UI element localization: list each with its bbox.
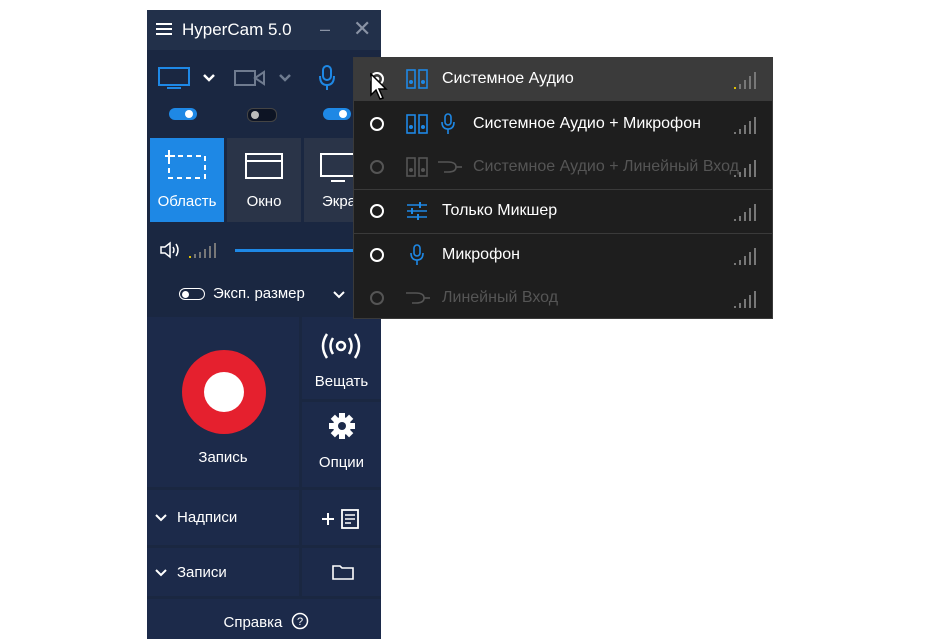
mic-icon xyxy=(441,113,455,134)
gear-icon xyxy=(329,413,355,439)
webcam-icon[interactable] xyxy=(233,68,267,88)
chevron-down-icon[interactable] xyxy=(202,73,216,83)
menu-item-label: Линейный Вход xyxy=(442,289,559,306)
menu-item-label: Системное Аудио xyxy=(442,70,574,87)
export-size-toggle[interactable] xyxy=(179,288,205,300)
recordings-row[interactable]: Записи xyxy=(147,548,299,596)
menu-item-label: Микрофон xyxy=(442,246,520,263)
microphone-icon[interactable] xyxy=(317,64,337,92)
window-icon xyxy=(245,153,283,179)
mouse-cursor-icon xyxy=(370,73,388,100)
add-caption-button[interactable] xyxy=(302,490,381,545)
options-button[interactable]: Опции xyxy=(302,402,381,487)
cable-icon xyxy=(438,161,462,173)
chevron-down-icon xyxy=(155,514,167,522)
record-button[interactable]: Запись xyxy=(147,317,299,487)
speaker-icon xyxy=(406,69,428,89)
speaker-icon xyxy=(406,114,428,134)
help-label: Справка xyxy=(223,614,283,631)
close-button[interactable]: ✕ xyxy=(353,16,371,42)
export-size-row: Эксп. размер xyxy=(147,280,381,310)
captions-row[interactable]: Надписи xyxy=(147,490,299,545)
options-label: Опции xyxy=(318,454,365,471)
record-icon xyxy=(182,350,266,434)
broadcast-label: Вещать xyxy=(314,373,369,390)
svg-text:?: ? xyxy=(296,616,302,628)
mic-icon xyxy=(410,244,424,265)
folder-icon xyxy=(332,565,354,580)
menu-item-label: Системное Аудио + Микрофон xyxy=(473,115,701,132)
mode-region-label: Область xyxy=(157,193,217,210)
captions-label: Надписи xyxy=(177,509,238,526)
menu-item-mixer-only[interactable]: Только Микшер xyxy=(354,190,772,233)
microphone-toggle[interactable] xyxy=(323,108,351,120)
menu-item-line-in: Линейный Вход xyxy=(354,277,772,320)
level-meter-icon xyxy=(734,247,760,265)
chevron-down-icon xyxy=(155,569,167,577)
menu-item-system-audio[interactable]: Системное Аудио xyxy=(354,58,772,101)
menu-item-system-audio-line-in: Системное Аудио + Линейный Вход xyxy=(354,146,772,189)
source-selector-row xyxy=(147,60,381,96)
open-folder-button[interactable] xyxy=(302,548,381,596)
chevron-down-icon[interactable] xyxy=(278,73,292,83)
menu-item-microphone[interactable]: Микрофон xyxy=(354,234,772,277)
mode-window-label: Окно xyxy=(246,193,282,210)
export-size-label[interactable]: Эксп. размер xyxy=(213,285,305,302)
add-note-icon xyxy=(322,509,359,529)
webcam-toggle[interactable] xyxy=(247,108,277,122)
minimize-button[interactable]: – xyxy=(320,19,330,40)
speaker-icon xyxy=(406,157,428,177)
recordings-label: Записи xyxy=(177,564,227,581)
speaker-volume-icon xyxy=(160,241,179,259)
level-meter-icon xyxy=(734,203,760,221)
region-icon xyxy=(165,150,206,179)
chevron-down-icon[interactable] xyxy=(333,290,345,299)
menu-item-system-audio-mic[interactable]: Системное Аудио + Микрофон xyxy=(354,103,772,146)
level-meter-icon xyxy=(734,116,760,134)
hamburger-menu-icon[interactable] xyxy=(156,23,172,35)
mode-window[interactable]: Окно xyxy=(227,138,301,222)
mode-region[interactable]: Область xyxy=(150,138,224,222)
title-bar: HyperCam 5.0 – ✕ xyxy=(147,10,381,50)
capture-modes: Область Окно Экра xyxy=(147,138,381,222)
radio-button xyxy=(370,160,384,174)
radio-button xyxy=(370,291,384,305)
record-label: Запись xyxy=(198,449,248,466)
radio-button[interactable] xyxy=(370,117,384,131)
audio-source-menu: Системное Аудио Системное Аудио + Микроф… xyxy=(353,57,773,319)
radio-button[interactable] xyxy=(370,204,384,218)
hypercam-window: HyperCam 5.0 – ✕ Область Окно Экра Эксп.… xyxy=(147,10,381,639)
help-button[interactable]: Справка ? xyxy=(147,599,381,639)
level-meter-icon xyxy=(734,71,760,89)
level-meter-icon xyxy=(734,159,760,177)
app-title: HyperCam 5.0 xyxy=(182,20,292,39)
radio-button[interactable] xyxy=(370,248,384,262)
cable-icon xyxy=(406,292,430,304)
broadcast-button[interactable]: Вещать xyxy=(302,317,381,399)
monitor-icon[interactable] xyxy=(157,66,191,90)
volume-row xyxy=(147,236,381,264)
level-meter-icon xyxy=(189,243,216,258)
mixer-icon xyxy=(407,202,427,220)
broadcast-icon xyxy=(321,333,361,359)
screen-toggle[interactable] xyxy=(169,108,197,120)
menu-item-label: Системное Аудио + Линейный Вход xyxy=(473,158,740,175)
menu-item-label: Только Микшер xyxy=(442,202,558,219)
help-icon: ? xyxy=(291,612,308,630)
level-meter-icon xyxy=(734,290,760,308)
